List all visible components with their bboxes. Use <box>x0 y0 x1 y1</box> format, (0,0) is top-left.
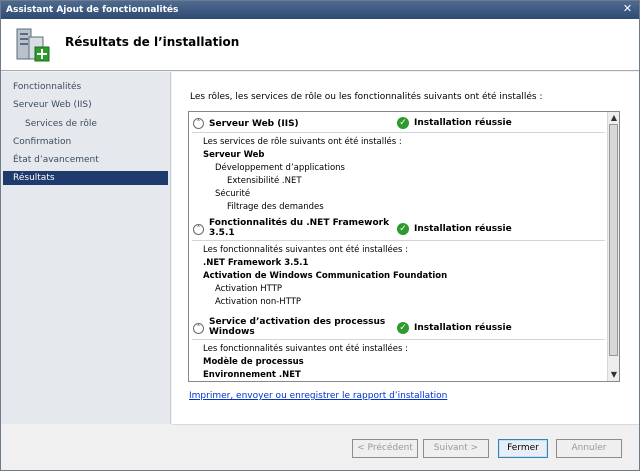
result-line: Les fonctionnalités suivantes ont été in… <box>203 344 409 354</box>
step-confirmation[interactable]: Confirmation <box>3 135 168 149</box>
section-header[interactable]: ˄ Service d’activation des processus Win… <box>189 315 607 339</box>
window-title: Assistant Ajout de fonctionnalités <box>6 5 179 15</box>
collapse-icon[interactable]: ˄ <box>193 323 204 334</box>
wizard-header: Résultats de l’installation <box>1 19 639 71</box>
section-header[interactable]: ˄ Fonctionnalités du .NET Framework 3.5.… <box>189 216 607 240</box>
section-title: Fonctionnalités du .NET Framework 3.5.1 <box>209 218 390 238</box>
divider <box>192 240 605 241</box>
status-text: Installation réussie <box>414 323 512 333</box>
scroll-thumb[interactable] <box>609 124 618 356</box>
collapse-icon[interactable]: ˄ <box>193 224 204 235</box>
success-check-icon: ✓ <box>397 322 409 334</box>
divider <box>192 132 605 133</box>
success-check-icon: ✓ <box>397 117 409 129</box>
wizard-footer: < Précédent Suivant > Fermer Annuler <box>172 424 639 470</box>
result-line: Serveur Web <box>203 150 265 160</box>
result-line: Extensibilité .NET <box>227 176 302 186</box>
previous-button[interactable]: < Précédent <box>352 439 418 458</box>
cancel-button[interactable]: Annuler <box>556 439 622 458</box>
step-etat-avancement[interactable]: État d’avancement <box>3 153 168 167</box>
section-title: Service d’activation des processus Windo… <box>209 317 386 337</box>
step-services-role[interactable]: Services de rôle <box>3 117 168 131</box>
intro-text: Les rôles, les services de rôle ou les f… <box>190 92 543 102</box>
result-line: Modèle de processus <box>203 357 304 367</box>
wizard-steps: Fonctionnalités Serveur Web (IIS) Servic… <box>1 72 171 424</box>
result-line: Activation de Windows Communication Foun… <box>203 271 448 281</box>
result-line: Sécurité <box>215 189 251 199</box>
wizard-window: Assistant Ajout de fonctionnalités ✕ Rés… <box>0 0 640 471</box>
status-badge: ✓ Installation réussie <box>397 223 512 235</box>
step-serveur-web[interactable]: Serveur Web (IIS) <box>3 98 168 112</box>
status-badge: ✓ Installation réussie <box>397 117 512 129</box>
section-title: Serveur Web (IIS) <box>209 119 299 129</box>
status-badge: ✓ Installation réussie <box>397 322 512 334</box>
results-page: Les rôles, les services de rôle ou les f… <box>172 72 639 424</box>
result-line: Activation non-HTTP <box>215 297 302 307</box>
success-check-icon: ✓ <box>397 223 409 235</box>
scroll-up-icon[interactable]: ▲ <box>608 112 619 124</box>
scrollbar[interactable]: ▲ ▼ <box>607 112 619 381</box>
step-resultats[interactable]: Résultats <box>3 171 168 185</box>
page-title: Résultats de l’installation <box>65 35 240 49</box>
close-icon[interactable]: ✕ <box>620 3 635 16</box>
status-text: Installation réussie <box>414 118 512 128</box>
result-line: Les fonctionnalités suivantes ont été in… <box>203 245 409 255</box>
result-line: Filtrage des demandes <box>227 202 324 212</box>
result-line: Les services de rôle suivants ont été in… <box>203 137 402 147</box>
scroll-down-icon[interactable]: ▼ <box>608 369 619 381</box>
result-line: Développement d’applications <box>215 163 345 173</box>
status-text: Installation réussie <box>414 224 512 234</box>
result-line: Activation HTTP <box>215 284 283 294</box>
report-link[interactable]: Imprimer, envoyer ou enregistrer le rapp… <box>189 391 447 401</box>
results-list[interactable]: ˄ Serveur Web (IIS) ✓ Installation réuss… <box>188 111 620 382</box>
section-header[interactable]: ˄ Serveur Web (IIS) ✓ Installation réuss… <box>189 112 607 134</box>
server-add-icon <box>16 28 50 62</box>
step-fonctionnalites[interactable]: Fonctionnalités <box>3 80 168 94</box>
next-button[interactable]: Suivant > <box>423 439 489 458</box>
title-bar: Assistant Ajout de fonctionnalités ✕ <box>1 1 639 19</box>
collapse-icon[interactable]: ˄ <box>193 118 204 129</box>
result-line: Environnement .NET <box>203 370 301 380</box>
close-button[interactable]: Fermer <box>498 439 548 458</box>
result-line: .NET Framework 3.5.1 <box>203 258 309 268</box>
divider <box>192 339 605 340</box>
